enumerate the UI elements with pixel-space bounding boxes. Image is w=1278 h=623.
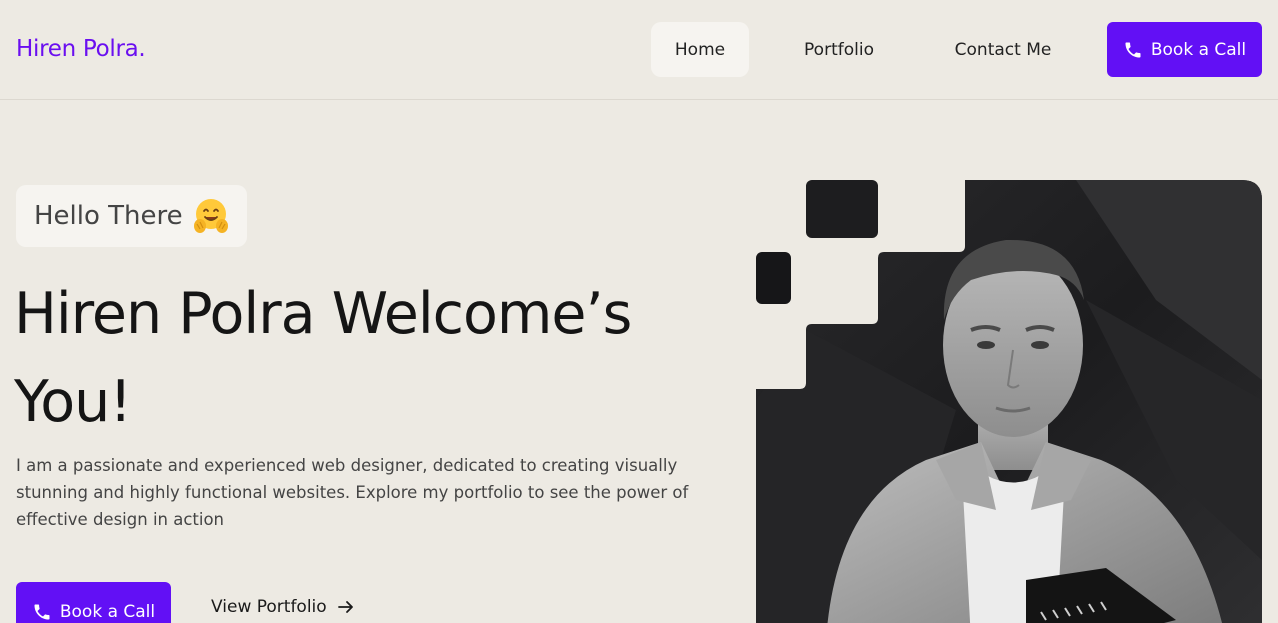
book-a-call-button[interactable]: Book a Call <box>1107 22 1262 77</box>
hugging-face-emoji-icon <box>191 196 231 236</box>
book-a-call-label: Book a Call <box>1150 39 1247 60</box>
hero-description: I am a passionate and experienced web de… <box>16 456 689 529</box>
site-header: Hiren Polra. Home Portfolio Contact Me B… <box>0 0 1278 100</box>
page: Hiren Polra. Home Portfolio Contact Me B… <box>0 0 1278 623</box>
phone-icon <box>1123 40 1143 60</box>
hero-title: Hiren Polra Welcome’s You! <box>14 281 632 435</box>
view-portfolio-label: View Portfolio <box>211 597 327 617</box>
greeting-text: Hello There <box>34 201 183 231</box>
nav-home[interactable]: Home <box>651 22 749 77</box>
hero-portrait-image <box>756 180 1262 623</box>
logo[interactable]: Hiren Polra. <box>16 36 146 62</box>
nav-contact-me[interactable]: Contact Me <box>932 22 1074 77</box>
nav-portfolio[interactable]: Portfolio <box>780 22 898 77</box>
arrow-right-icon <box>337 598 355 616</box>
view-portfolio-link[interactable]: View Portfolio <box>211 597 355 617</box>
greeting-badge: Hello There <box>16 185 247 247</box>
phone-icon <box>32 602 52 622</box>
hero-book-a-call-label: Book a Call <box>59 602 156 622</box>
hero-book-a-call-button[interactable]: Book a Call <box>16 582 171 623</box>
